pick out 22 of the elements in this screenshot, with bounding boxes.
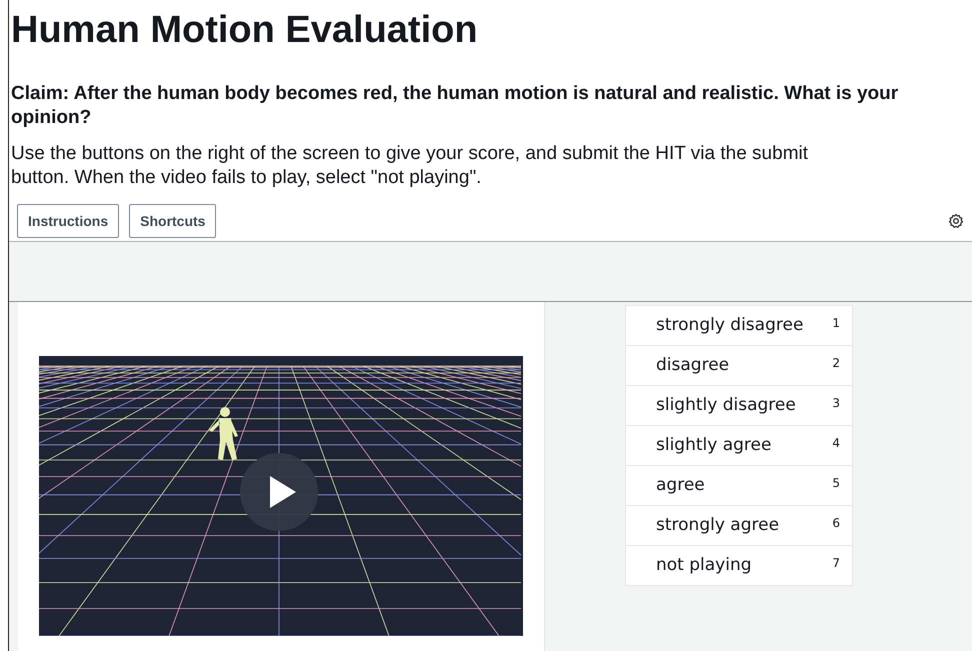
toolbar-button[interactable]: Shortcuts [129,204,216,238]
rating-option[interactable]: strongly agree 6 [626,506,852,545]
settings-icon[interactable] [948,213,964,229]
shortcut-number: 5 [832,475,840,490]
shortcut-number: 6 [832,515,840,530]
rating-option[interactable]: strongly disagree 1 [626,306,852,345]
figure-drawing [209,407,238,460]
shortcut-number: 7 [832,555,840,570]
page-title: Human Motion Evaluation [11,8,479,52]
rating-option[interactable]: slightly disagree 3 [626,386,852,425]
shortcut-number: 3 [832,395,840,410]
play-icon[interactable] [240,453,318,531]
rating-option[interactable]: agree 5 [626,466,852,505]
claim-text: Claim: After the human body becomes red, the human motion is natural and realistic. What is your opinion? [11,82,900,130]
shortcut-number: 4 [832,435,840,450]
shortcut-number: 2 [832,355,840,370]
instructions-text: Use the buttons on the right of the screen to give your score, and submit the HIT via the submit button. When the video fails to play, select "not playing". [11,142,810,190]
rating-option[interactable]: disagree 2 [626,346,852,385]
rating-option[interactable]: not playing 7 [626,546,852,585]
shortcut-number: 1 [832,315,840,330]
rating-option[interactable]: slightly agree 4 [626,426,852,465]
toolbar-button[interactable]: Instructions [17,204,120,238]
